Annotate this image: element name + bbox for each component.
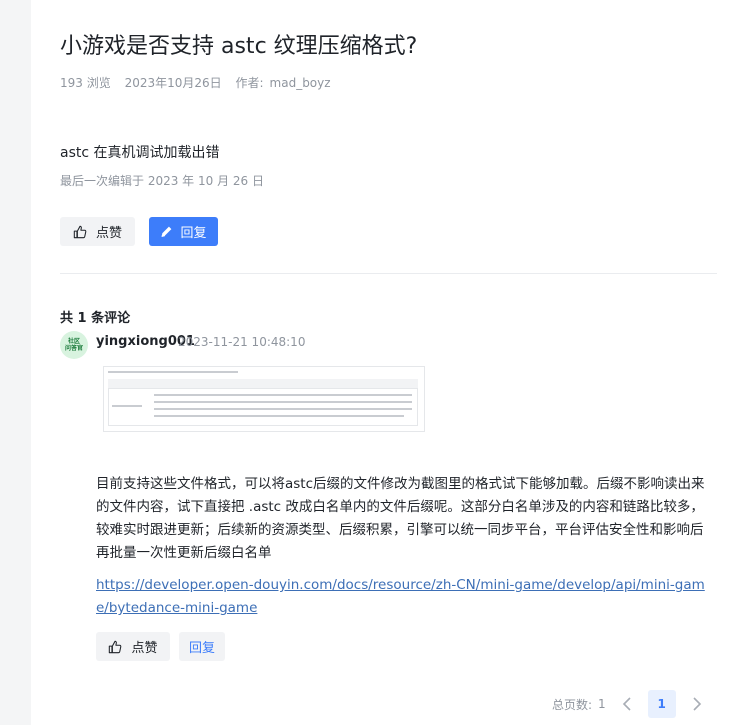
chevron-left-icon [622, 697, 631, 711]
author-label: 作者: [235, 76, 264, 90]
thumbs-up-icon [109, 640, 122, 653]
post-date: 2023年10月26日 [124, 76, 222, 90]
post-card: 小游戏是否支持 astc 纹理压缩格式? 193 浏览 2023年10月26日 … [31, 0, 736, 725]
like-button[interactable]: 点赞 [60, 217, 135, 246]
edited-note: 最后一次编辑于 2023 年 10 月 26 日 [60, 174, 264, 188]
image-text-line [154, 394, 412, 396]
divider [60, 273, 717, 274]
comment-reply-button[interactable]: 回复 [179, 632, 225, 661]
comment-like-label: 点赞 [131, 641, 158, 656]
reply-button[interactable]: 回复 [149, 217, 218, 246]
avatar[interactable]: 社区 问答官 [60, 331, 88, 359]
avatar-text-1: 社区 [67, 338, 80, 345]
reply-label: 回复 [180, 226, 207, 241]
image-text-line [112, 405, 142, 407]
chevron-right-icon [693, 697, 701, 711]
post-author[interactable]: mad_boyz [270, 76, 331, 90]
post-title: 小游戏是否支持 astc 纹理压缩格式? [60, 34, 418, 59]
image-text-line [154, 415, 404, 417]
avatar-text-2: 问答官 [64, 345, 83, 352]
image-text-line [154, 408, 412, 410]
comment-time: 2023-11-21 10:48:10 [178, 335, 306, 349]
total-pages-label: 总页数: [552, 697, 593, 712]
image-table-header [108, 379, 418, 388]
comment-reply-label: 回复 [188, 641, 215, 656]
comment-like-button[interactable]: 点赞 [96, 632, 170, 661]
pagination: 总页数: 1 1 [552, 689, 708, 719]
total-pages: 1 [598, 697, 606, 711]
pencil-icon [161, 226, 172, 237]
post-meta: 193 浏览 2023年10月26日 作者: mad_boyz [60, 74, 341, 91]
prev-page-button[interactable] [616, 697, 638, 711]
view-count: 193 浏览 [60, 76, 111, 90]
next-page-button[interactable] [686, 697, 708, 711]
page-number[interactable]: 1 [647, 690, 676, 718]
comments-count: 共 1 条评论 [60, 311, 131, 326]
like-label: 点赞 [95, 226, 122, 241]
comment-text: 目前支持这些文件格式，可以将astc后缀的文件修改为截图里的格式试下能够加载。后… [96, 476, 705, 561]
post-body: astc 在真机调试加载出错 [60, 145, 220, 161]
image-text-line [154, 401, 412, 403]
thumbs-up-icon [73, 225, 87, 238]
comment-screenshot-image[interactable] [103, 366, 425, 432]
image-text-line [108, 371, 238, 373]
comment-link[interactable]: https://developer.open-douyin.com/docs/r… [96, 574, 716, 620]
